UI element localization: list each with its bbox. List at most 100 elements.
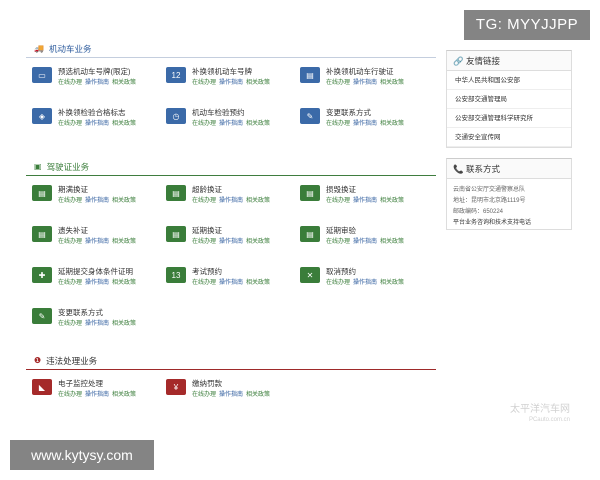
service-title: 考试预约 [192, 267, 222, 276]
online-link[interactable]: 在线办理 [192, 392, 216, 398]
friend-link[interactable]: 公安部交通管理局 [447, 90, 571, 109]
guide-link[interactable]: 操作指南 [219, 392, 243, 398]
guide-link[interactable]: 操作指南 [219, 280, 243, 286]
service-item[interactable]: ▤ 延期审验 在线办理 操作指南 相关政策 [300, 217, 434, 258]
guide-link[interactable]: 操作指南 [219, 80, 243, 86]
service-title: 期满换证 [58, 185, 88, 194]
policy-link[interactable]: 相关政策 [380, 280, 404, 286]
policy-link[interactable]: 相关政策 [246, 80, 270, 86]
policy-link[interactable]: 相关政策 [380, 198, 404, 204]
service-item[interactable]: ▤ 延期换证 在线办理 操作指南 相关政策 [166, 217, 300, 258]
policy-link[interactable]: 相关政策 [112, 392, 136, 398]
policy-link[interactable]: 相关政策 [246, 198, 270, 204]
policy-link[interactable]: 相关政策 [380, 80, 404, 86]
friend-link[interactable]: 公安部交通管理科学研究所 [447, 109, 571, 128]
service-title: 缴纳罚款 [192, 379, 222, 388]
service-item[interactable]: ◷ 机动车检验预约 在线办理 操作指南 相关政策 [166, 99, 300, 140]
service-item[interactable]: ✎ 变更联系方式 在线办理 操作指南 相关政策 [32, 299, 166, 340]
policy-link[interactable]: 相关政策 [112, 280, 136, 286]
service-item[interactable]: 12 补换领机动车号牌 在线办理 操作指南 相关政策 [166, 58, 300, 99]
online-link[interactable]: 在线办理 [58, 198, 82, 204]
service-item[interactable]: ✎ 变更联系方式 在线办理 操作指南 相关政策 [300, 99, 434, 140]
online-link[interactable]: 在线办理 [58, 392, 82, 398]
online-link[interactable]: 在线办理 [192, 80, 216, 86]
online-link[interactable]: 在线办理 [192, 239, 216, 245]
guide-link[interactable]: 操作指南 [85, 80, 109, 86]
online-link[interactable]: 在线办理 [326, 121, 350, 127]
service-item[interactable]: 13 考试预约 在线办理 操作指南 相关政策 [166, 258, 300, 299]
policy-link[interactable]: 相关政策 [112, 198, 136, 204]
policy-link[interactable]: 相关政策 [112, 121, 136, 127]
policy-link[interactable]: 相关政策 [112, 321, 136, 327]
friend-links-list: 中华人民共和国公安部 公安部交通管理局 公安部交通管理科学研究所 交通安全宣传网 [447, 71, 571, 147]
online-link[interactable]: 在线办理 [326, 239, 350, 245]
service-title: 补换领机动车行驶证 [326, 67, 394, 76]
guide-link[interactable]: 操作指南 [85, 121, 109, 127]
vehicle-section: 🚚 机动车业务 ▭ 预选机动车号牌(限定) 在线办理 操作指南 相关政策 12 补换… [26, 40, 436, 160]
guide-link[interactable]: 操作指南 [353, 198, 377, 204]
policy-link[interactable]: 相关政策 [380, 121, 404, 127]
policy-link[interactable]: 相关政策 [246, 121, 270, 127]
violation-grid: ◣ 电子监控处理 在线办理 操作指南 相关政策 ¥ 缴纳罚款 在线办理 操作指南 相关政… [26, 370, 436, 411]
camera-icon: ◣ [32, 379, 52, 395]
contact-change-icon: ✎ [300, 108, 320, 124]
guide-link[interactable]: 操作指南 [85, 239, 109, 245]
contact-line: 平台业务咨询和技术支持电话 [453, 220, 532, 226]
guide-link[interactable]: 操作指南 [353, 121, 377, 127]
online-link[interactable]: 在线办理 [58, 239, 82, 245]
guide-link[interactable]: 操作指南 [219, 239, 243, 245]
link-icon: 🔗 [453, 56, 464, 66]
policy-link[interactable]: 相关政策 [112, 80, 136, 86]
guide-link[interactable]: 操作指南 [85, 392, 109, 398]
violation-section-title: 违法处理业务 [46, 355, 98, 366]
service-item[interactable]: ✕ 取消预约 在线办理 操作指南 相关政策 [300, 258, 434, 299]
policy-link[interactable]: 相关政策 [246, 392, 270, 398]
guide-link[interactable]: 操作指南 [85, 321, 109, 327]
service-item[interactable]: ▤ 期满换证 在线办理 操作指南 相关政策 [32, 176, 166, 217]
service-item[interactable]: ▭ 预选机动车号牌(限定) 在线办理 操作指南 相关政策 [32, 58, 166, 99]
online-link[interactable]: 在线办理 [192, 280, 216, 286]
friend-link[interactable]: 交通安全宣传网 [447, 128, 571, 147]
service-item[interactable]: ▤ 补换领机动车行驶证 在线办理 操作指南 相关政策 [300, 58, 434, 99]
online-link[interactable]: 在线办理 [192, 198, 216, 204]
contact-line: 邮政编码：650224 [453, 209, 504, 215]
service-item[interactable]: ▤ 超龄换证 在线办理 操作指南 相关政策 [166, 176, 300, 217]
online-link[interactable]: 在线办理 [192, 121, 216, 127]
policy-link[interactable]: 相关政策 [112, 239, 136, 245]
online-link[interactable]: 在线办理 [58, 80, 82, 86]
guide-link[interactable]: 操作指南 [353, 280, 377, 286]
policy-link[interactable]: 相关政策 [246, 280, 270, 286]
service-item[interactable]: ▤ 损毁换证 在线办理 操作指南 相关政策 [300, 176, 434, 217]
online-link[interactable]: 在线办理 [326, 80, 350, 86]
guide-link[interactable]: 操作指南 [85, 280, 109, 286]
service-item[interactable]: ▤ 遗失补证 在线办理 操作指南 相关政策 [32, 217, 166, 258]
contact-line: 地址：昆明市北京路1119号 [453, 198, 526, 204]
service-title: 延期审验 [326, 226, 356, 235]
service-item[interactable]: ◣ 电子监控处理 在线办理 操作指南 相关政策 [32, 370, 166, 411]
policy-link[interactable]: 相关政策 [380, 239, 404, 245]
watermark: 太平洋汽车网 PCauto.com.cn [510, 405, 570, 425]
service-item[interactable]: ✚ 延期提交身体条件证明 在线办理 操作指南 相关政策 [32, 258, 166, 299]
driving-permit-icon: ▤ [300, 67, 320, 83]
online-link[interactable]: 在线办理 [58, 321, 82, 327]
license-damage-icon: ▤ [300, 185, 320, 201]
contact-line: 云南省公安厅交通警察总队 [453, 187, 526, 193]
service-item[interactable]: ¥ 缴纳罚款 在线办理 操作指南 相关政策 [166, 370, 300, 411]
license-lost-icon: ▤ [32, 226, 52, 242]
guide-link[interactable]: 操作指南 [353, 80, 377, 86]
tg-overlay: TG: MYYJJPP [464, 10, 590, 40]
guide-link[interactable]: 操作指南 [85, 198, 109, 204]
guide-link[interactable]: 操作指南 [219, 121, 243, 127]
guide-link[interactable]: 操作指南 [353, 239, 377, 245]
online-link[interactable]: 在线办理 [58, 121, 82, 127]
service-item[interactable]: ◈ 补换领检验合格标志 在线办理 操作指南 相关政策 [32, 99, 166, 140]
online-link[interactable]: 在线办理 [326, 280, 350, 286]
policy-link[interactable]: 相关政策 [246, 239, 270, 245]
contact-lines: 云南省公安厅交通警察总队 地址：昆明市北京路1119号 邮政编码：650224 … [447, 179, 571, 229]
friend-link[interactable]: 中华人民共和国公安部 [447, 71, 571, 90]
online-link[interactable]: 在线办理 [326, 198, 350, 204]
online-link[interactable]: 在线办理 [58, 280, 82, 286]
guide-link[interactable]: 操作指南 [219, 198, 243, 204]
service-title: 电子监控处理 [58, 379, 103, 388]
alert-icon: ❶ [34, 356, 42, 365]
